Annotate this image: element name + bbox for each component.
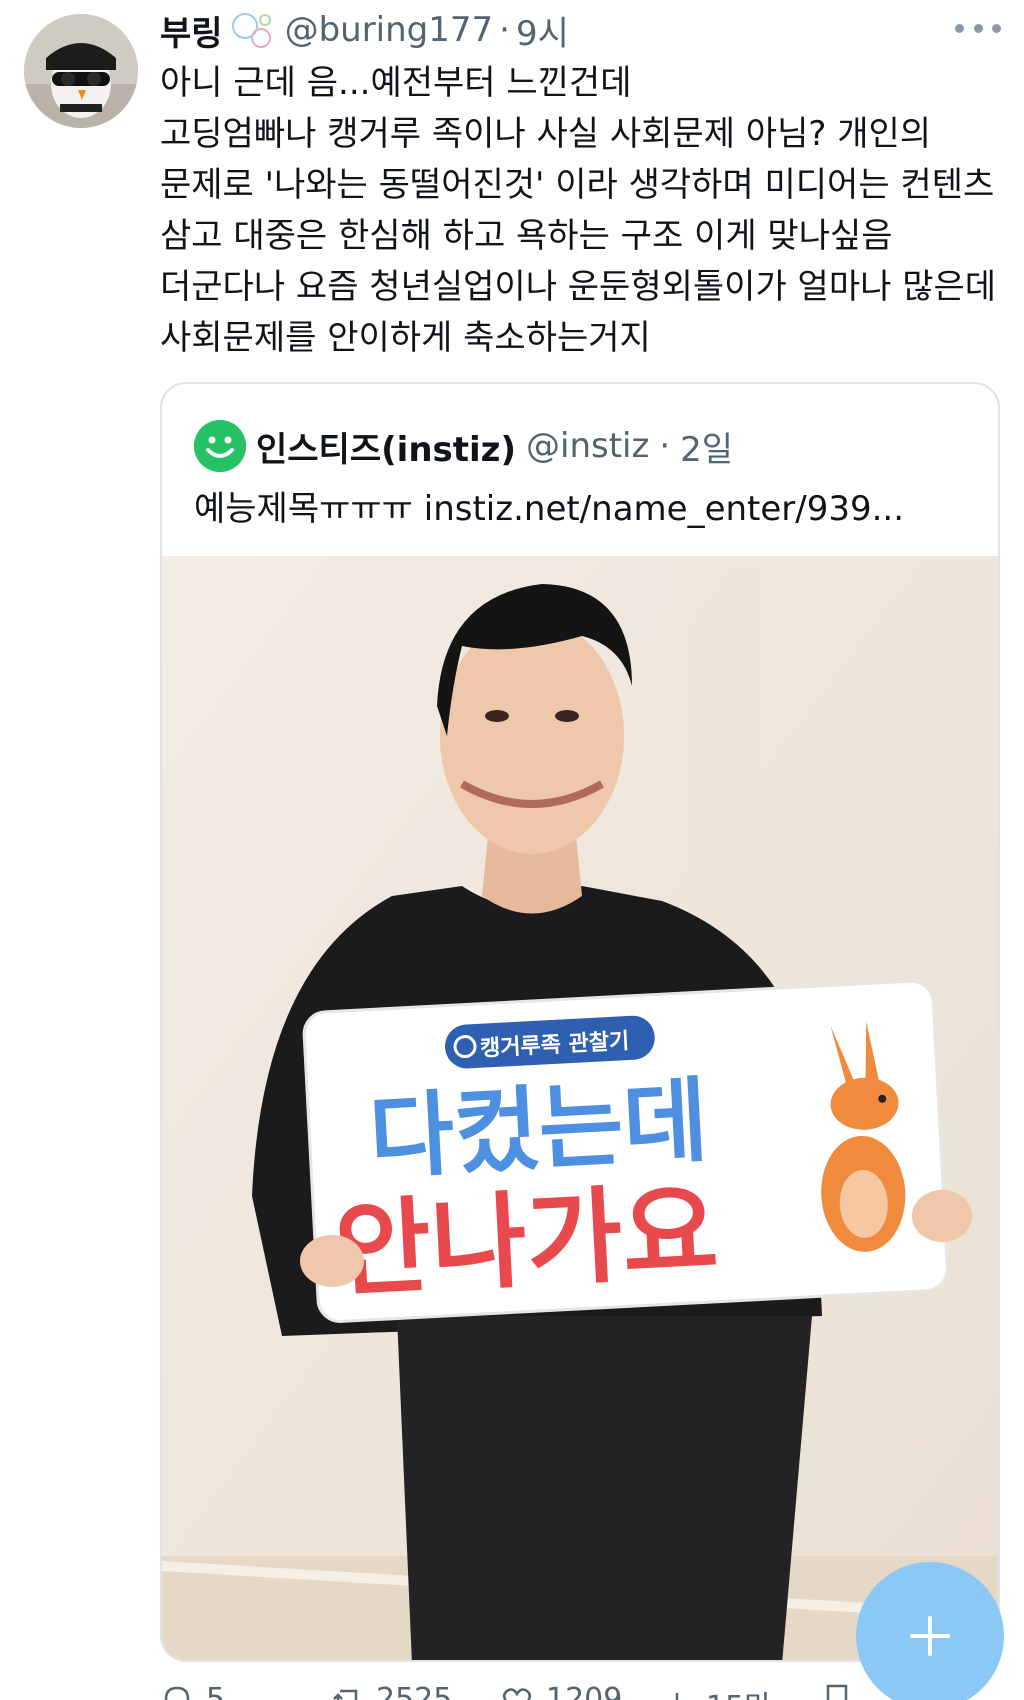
separator-dot: ·: [499, 10, 510, 50]
quote-display-name[interactable]: 인스티즈(instiz): [256, 422, 516, 471]
compose-button[interactable]: [856, 1562, 1004, 1700]
quote-handle[interactable]: @instiz: [526, 426, 649, 466]
timestamp[interactable]: 9시: [516, 6, 569, 55]
quote-avatar-smiley-icon[interactable]: [194, 420, 246, 472]
retweet-action[interactable]: 2525: [330, 1682, 452, 1700]
bubbles-icon: [229, 8, 279, 52]
avatar[interactable]: [24, 14, 138, 128]
views-icon: [675, 1693, 679, 1700]
reply-icon: [164, 1686, 190, 1700]
bookmark-icon: [826, 1684, 848, 1700]
tweet-header: 부링 @buring177 · 9시: [160, 6, 569, 54]
sign-line-2: 안나가요: [332, 1170, 721, 1312]
handle[interactable]: @buring177: [285, 10, 494, 50]
reply-action[interactable]: 5: [160, 1682, 225, 1700]
like-count: 1209: [546, 1682, 623, 1700]
tweet[interactable]: 부링 @buring177 · 9시 아니 근데 음...예전부터 느낀건데 고…: [0, 0, 1024, 1700]
quote-text: 예능제목ㅠㅠㅠ instiz.net/name_enter/939...: [194, 489, 905, 529]
views-action[interactable]: 15만: [660, 1682, 772, 1700]
more-horizontal-icon[interactable]: [955, 8, 1001, 48]
quote-media-image[interactable]: 캥거루족 관찰기 다컸는데 안나가요: [162, 556, 998, 1660]
quote-timestamp[interactable]: 2일: [680, 422, 733, 471]
bookmark-action[interactable]: [820, 1682, 854, 1700]
like-action[interactable]: 1209: [500, 1682, 622, 1700]
quote-header: 인스티즈(instiz) @instiz · 2일: [194, 418, 733, 474]
heart-icon: [503, 1687, 531, 1700]
quote-separator-dot: ·: [659, 426, 671, 466]
retweet-count: 2525: [376, 1682, 453, 1700]
tweet-text: 아니 근데 음...예전부터 느낀건데 고딩엄빠나 캥거루 족이나 사실 사회문…: [160, 63, 997, 358]
views-count: 15만: [706, 1682, 772, 1700]
display-name[interactable]: 부링: [160, 6, 223, 55]
avatar-image: [24, 14, 138, 128]
retweet-icon: [333, 1689, 360, 1700]
compose-plus-icon: [910, 1616, 950, 1656]
quote-tweet-card[interactable]: 인스티즈(instiz) @instiz · 2일 예능제목ㅠㅠㅠ instiz…: [160, 382, 1000, 1662]
reply-count: 5: [206, 1682, 226, 1700]
